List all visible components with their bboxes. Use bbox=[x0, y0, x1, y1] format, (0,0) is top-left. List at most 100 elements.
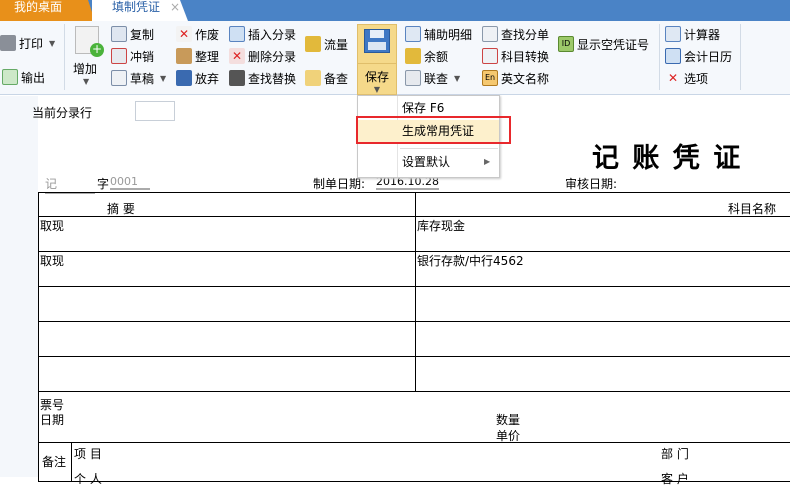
label: 作废 bbox=[195, 27, 220, 42]
find-split-button[interactable]: 查找分单 bbox=[482, 24, 549, 44]
row-account[interactable]: 银行存款/中行4562 bbox=[417, 252, 524, 269]
delete-entry-icon: ✕ bbox=[229, 48, 245, 64]
reverse-button[interactable]: 冲销 bbox=[111, 46, 154, 66]
tools-icon: ✕ bbox=[667, 71, 679, 85]
menu-separator bbox=[400, 148, 498, 149]
calculator-button[interactable]: 计算器 bbox=[665, 24, 720, 44]
coins-icon bbox=[405, 48, 421, 64]
coins-search-icon bbox=[305, 36, 321, 52]
label: 删除分录 bbox=[248, 49, 297, 64]
en-icon: En bbox=[482, 70, 498, 86]
organize-button[interactable]: 整理 bbox=[176, 46, 219, 66]
row-summary[interactable]: 取现 bbox=[40, 217, 64, 234]
label: 输出 bbox=[21, 70, 46, 85]
close-icon[interactable]: × bbox=[170, 0, 180, 14]
divider bbox=[659, 24, 660, 90]
delete-entry-button[interactable]: ✕ 删除分录 bbox=[229, 46, 296, 66]
label: 查找替换 bbox=[248, 71, 297, 86]
label: 插入分录 bbox=[248, 27, 297, 42]
chevron-down-icon: ▼ bbox=[454, 73, 461, 83]
folder-search-icon bbox=[305, 70, 321, 86]
print-button[interactable]: 打印 ▼ bbox=[0, 33, 55, 53]
flow-button[interactable]: 流量 bbox=[305, 34, 348, 54]
reverse-icon bbox=[111, 48, 127, 64]
export-button[interactable]: 输出 bbox=[2, 67, 45, 87]
copy-button[interactable]: 复制 bbox=[111, 24, 154, 44]
printer-icon bbox=[0, 35, 16, 51]
label: 余额 bbox=[424, 49, 449, 64]
remark-label: 备注 bbox=[42, 455, 67, 469]
account-convert-button[interactable]: 科目转换 bbox=[482, 46, 549, 66]
label: 联查 bbox=[424, 71, 449, 86]
show-empty-no-button[interactable]: ID 显示空凭证号 bbox=[558, 34, 649, 54]
header-account-name: 科目名称 bbox=[728, 202, 777, 216]
voucher-number-field[interactable]: 0001 bbox=[110, 175, 150, 190]
voucher-title: 记 账 凭 证 bbox=[592, 143, 743, 174]
abandon-icon bbox=[176, 70, 192, 86]
chevron-down-icon: ▼ bbox=[83, 77, 90, 86]
binoculars-icon bbox=[229, 70, 245, 86]
floppy-disk-icon bbox=[364, 29, 390, 53]
label: 复制 bbox=[130, 27, 155, 42]
date-label-bottom: 日期 bbox=[40, 413, 65, 427]
accounting-calendar-button[interactable]: 会计日历 bbox=[665, 46, 732, 66]
calendar-icon bbox=[665, 48, 681, 64]
export-icon bbox=[2, 69, 18, 85]
unit-price-label: 单价 bbox=[496, 429, 521, 443]
save-button[interactable]: 保存 ▼ bbox=[357, 24, 397, 95]
quantity-label: 数量 bbox=[496, 413, 521, 427]
organize-icon bbox=[176, 48, 192, 64]
label: 草稿 bbox=[130, 71, 155, 86]
voucher-table bbox=[38, 192, 790, 482]
void-button[interactable]: ✕ 作废 bbox=[176, 24, 219, 44]
balance-button[interactable]: 余额 bbox=[405, 46, 448, 66]
insert-entry-icon bbox=[229, 26, 245, 42]
highlight-box bbox=[356, 116, 511, 144]
current-entry-input[interactable] bbox=[135, 101, 175, 121]
person-label: 个 人 bbox=[74, 472, 102, 486]
label: 保存 F6 bbox=[402, 101, 445, 115]
options-button[interactable]: ✕ 选项 bbox=[665, 68, 708, 88]
draft-icon bbox=[111, 70, 127, 86]
account-convert-icon bbox=[482, 48, 498, 64]
zi-label: 字 bbox=[97, 177, 110, 191]
aux-detail-button[interactable]: 辅助明细 bbox=[405, 24, 472, 44]
label: 计算器 bbox=[684, 27, 721, 42]
abandon-button[interactable]: 放弃 bbox=[176, 68, 219, 88]
current-entry-label: 当前分录行 bbox=[32, 106, 93, 120]
audit-date-label: 审核日期: bbox=[565, 177, 618, 191]
linked-query-icon bbox=[405, 70, 421, 86]
id-icon: ID bbox=[558, 36, 574, 52]
label: 放弃 bbox=[195, 71, 220, 86]
project-label: 项 目 bbox=[74, 447, 102, 461]
find-split-icon bbox=[482, 26, 498, 42]
tab-voucher-entry[interactable]: 填制凭证 × bbox=[92, 0, 188, 21]
chevron-down-icon: ▼ bbox=[160, 73, 167, 83]
linked-query-button[interactable]: 联查 ▼ bbox=[405, 68, 460, 88]
label: 冲销 bbox=[130, 49, 155, 64]
label: 打印 bbox=[19, 36, 44, 51]
label: 备查 bbox=[324, 71, 349, 86]
label: 增加 bbox=[73, 62, 98, 76]
label: 选项 bbox=[684, 71, 709, 86]
tab-label: 我的桌面 bbox=[14, 0, 63, 14]
tab-home[interactable]: 我的桌面 bbox=[0, 0, 95, 21]
menu-item-set-default[interactable]: 设置默认 ▶ bbox=[358, 151, 499, 173]
add-button[interactable]: + 增加 ▼ bbox=[73, 26, 105, 90]
divider bbox=[64, 24, 65, 90]
backup-check-button[interactable]: 备查 bbox=[305, 68, 348, 88]
find-replace-button[interactable]: 查找替换 bbox=[229, 68, 296, 88]
label: 保存 bbox=[358, 63, 396, 85]
row-account[interactable]: 库存现金 bbox=[417, 217, 465, 234]
draft-button[interactable]: 草稿 ▼ bbox=[111, 68, 166, 88]
label: 科目转换 bbox=[501, 49, 550, 64]
insert-entry-button[interactable]: 插入分录 bbox=[229, 24, 296, 44]
label: 整理 bbox=[195, 49, 220, 64]
chevron-down-icon: ▼ bbox=[49, 38, 56, 48]
english-name-button[interactable]: En 英文名称 bbox=[482, 68, 549, 88]
detail-search-icon bbox=[405, 26, 421, 42]
label: 辅助明细 bbox=[424, 27, 473, 42]
row-summary[interactable]: 取现 bbox=[40, 252, 64, 269]
copy-icon bbox=[111, 26, 127, 42]
header-summary: 摘 要 bbox=[107, 202, 135, 216]
